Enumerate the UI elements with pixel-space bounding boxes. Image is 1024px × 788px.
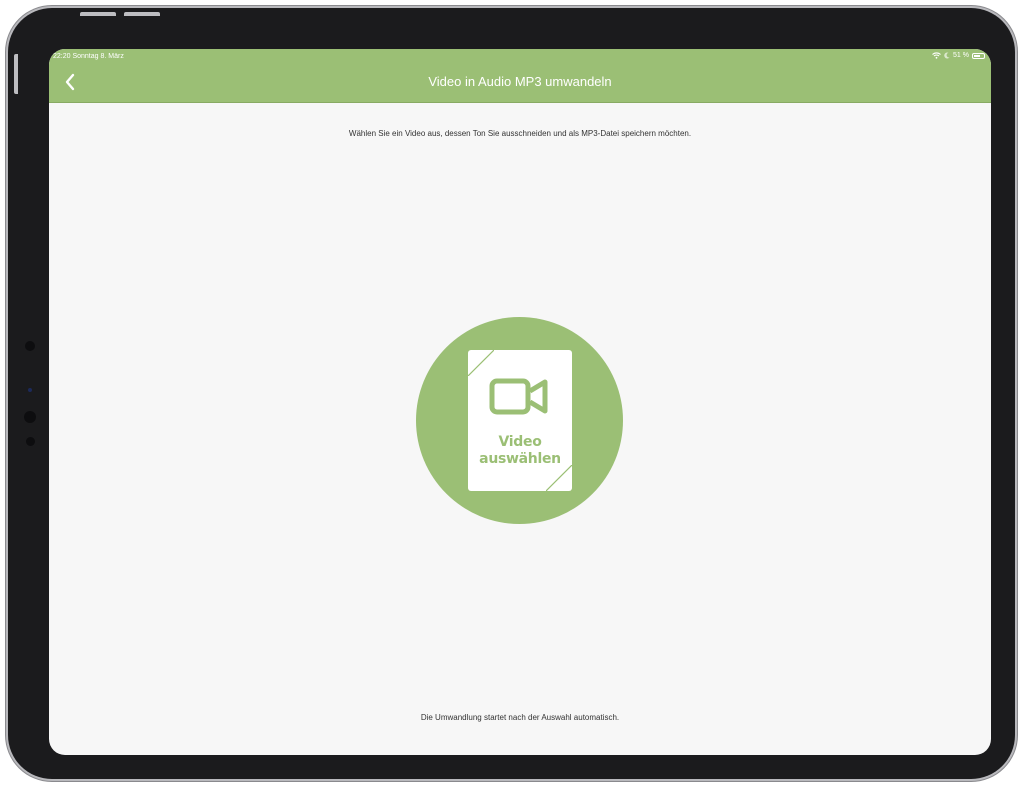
tablet-frame: 22:20 Sonntag 8. März 51 % Video in Audi… [8, 8, 1015, 779]
top-button [124, 12, 160, 16]
card-corner-decoration [546, 465, 572, 491]
camera-sensor [25, 341, 35, 351]
side-button [14, 54, 18, 94]
status-time-date: 22:20 Sonntag 8. März [53, 53, 124, 60]
select-video-button[interactable]: Video auswählen [416, 317, 623, 524]
battery-icon [972, 52, 985, 59]
screen: 22:20 Sonntag 8. März 51 % Video in Audi… [49, 49, 991, 755]
select-video-label-line1: Video [498, 434, 542, 450]
battery-percentage: 51 % [953, 52, 969, 59]
camera-lens [28, 388, 32, 392]
video-card: Video auswählen [468, 350, 572, 491]
video-camera-icon [489, 378, 548, 415]
instruction-text: Wählen Sie ein Video aus, dessen Ton Sie… [348, 129, 692, 138]
card-corner-decoration [468, 350, 494, 376]
status-indicators: 51 % [932, 52, 985, 59]
select-video-label-line2: auswählen [479, 451, 561, 467]
camera-sensor [26, 437, 35, 446]
navigation-bar: 22:20 Sonntag 8. März 51 % Video in Audi… [49, 49, 991, 103]
camera-sensor [24, 411, 36, 423]
page-title: Video in Audio MP3 umwandeln [428, 74, 612, 89]
wifi-icon [932, 52, 941, 59]
top-button [80, 12, 116, 16]
moon-icon [944, 52, 950, 59]
select-video-label: Video auswählen [468, 434, 572, 468]
footer-note: Die Umwandlung startet nach der Auswahl … [420, 713, 620, 722]
